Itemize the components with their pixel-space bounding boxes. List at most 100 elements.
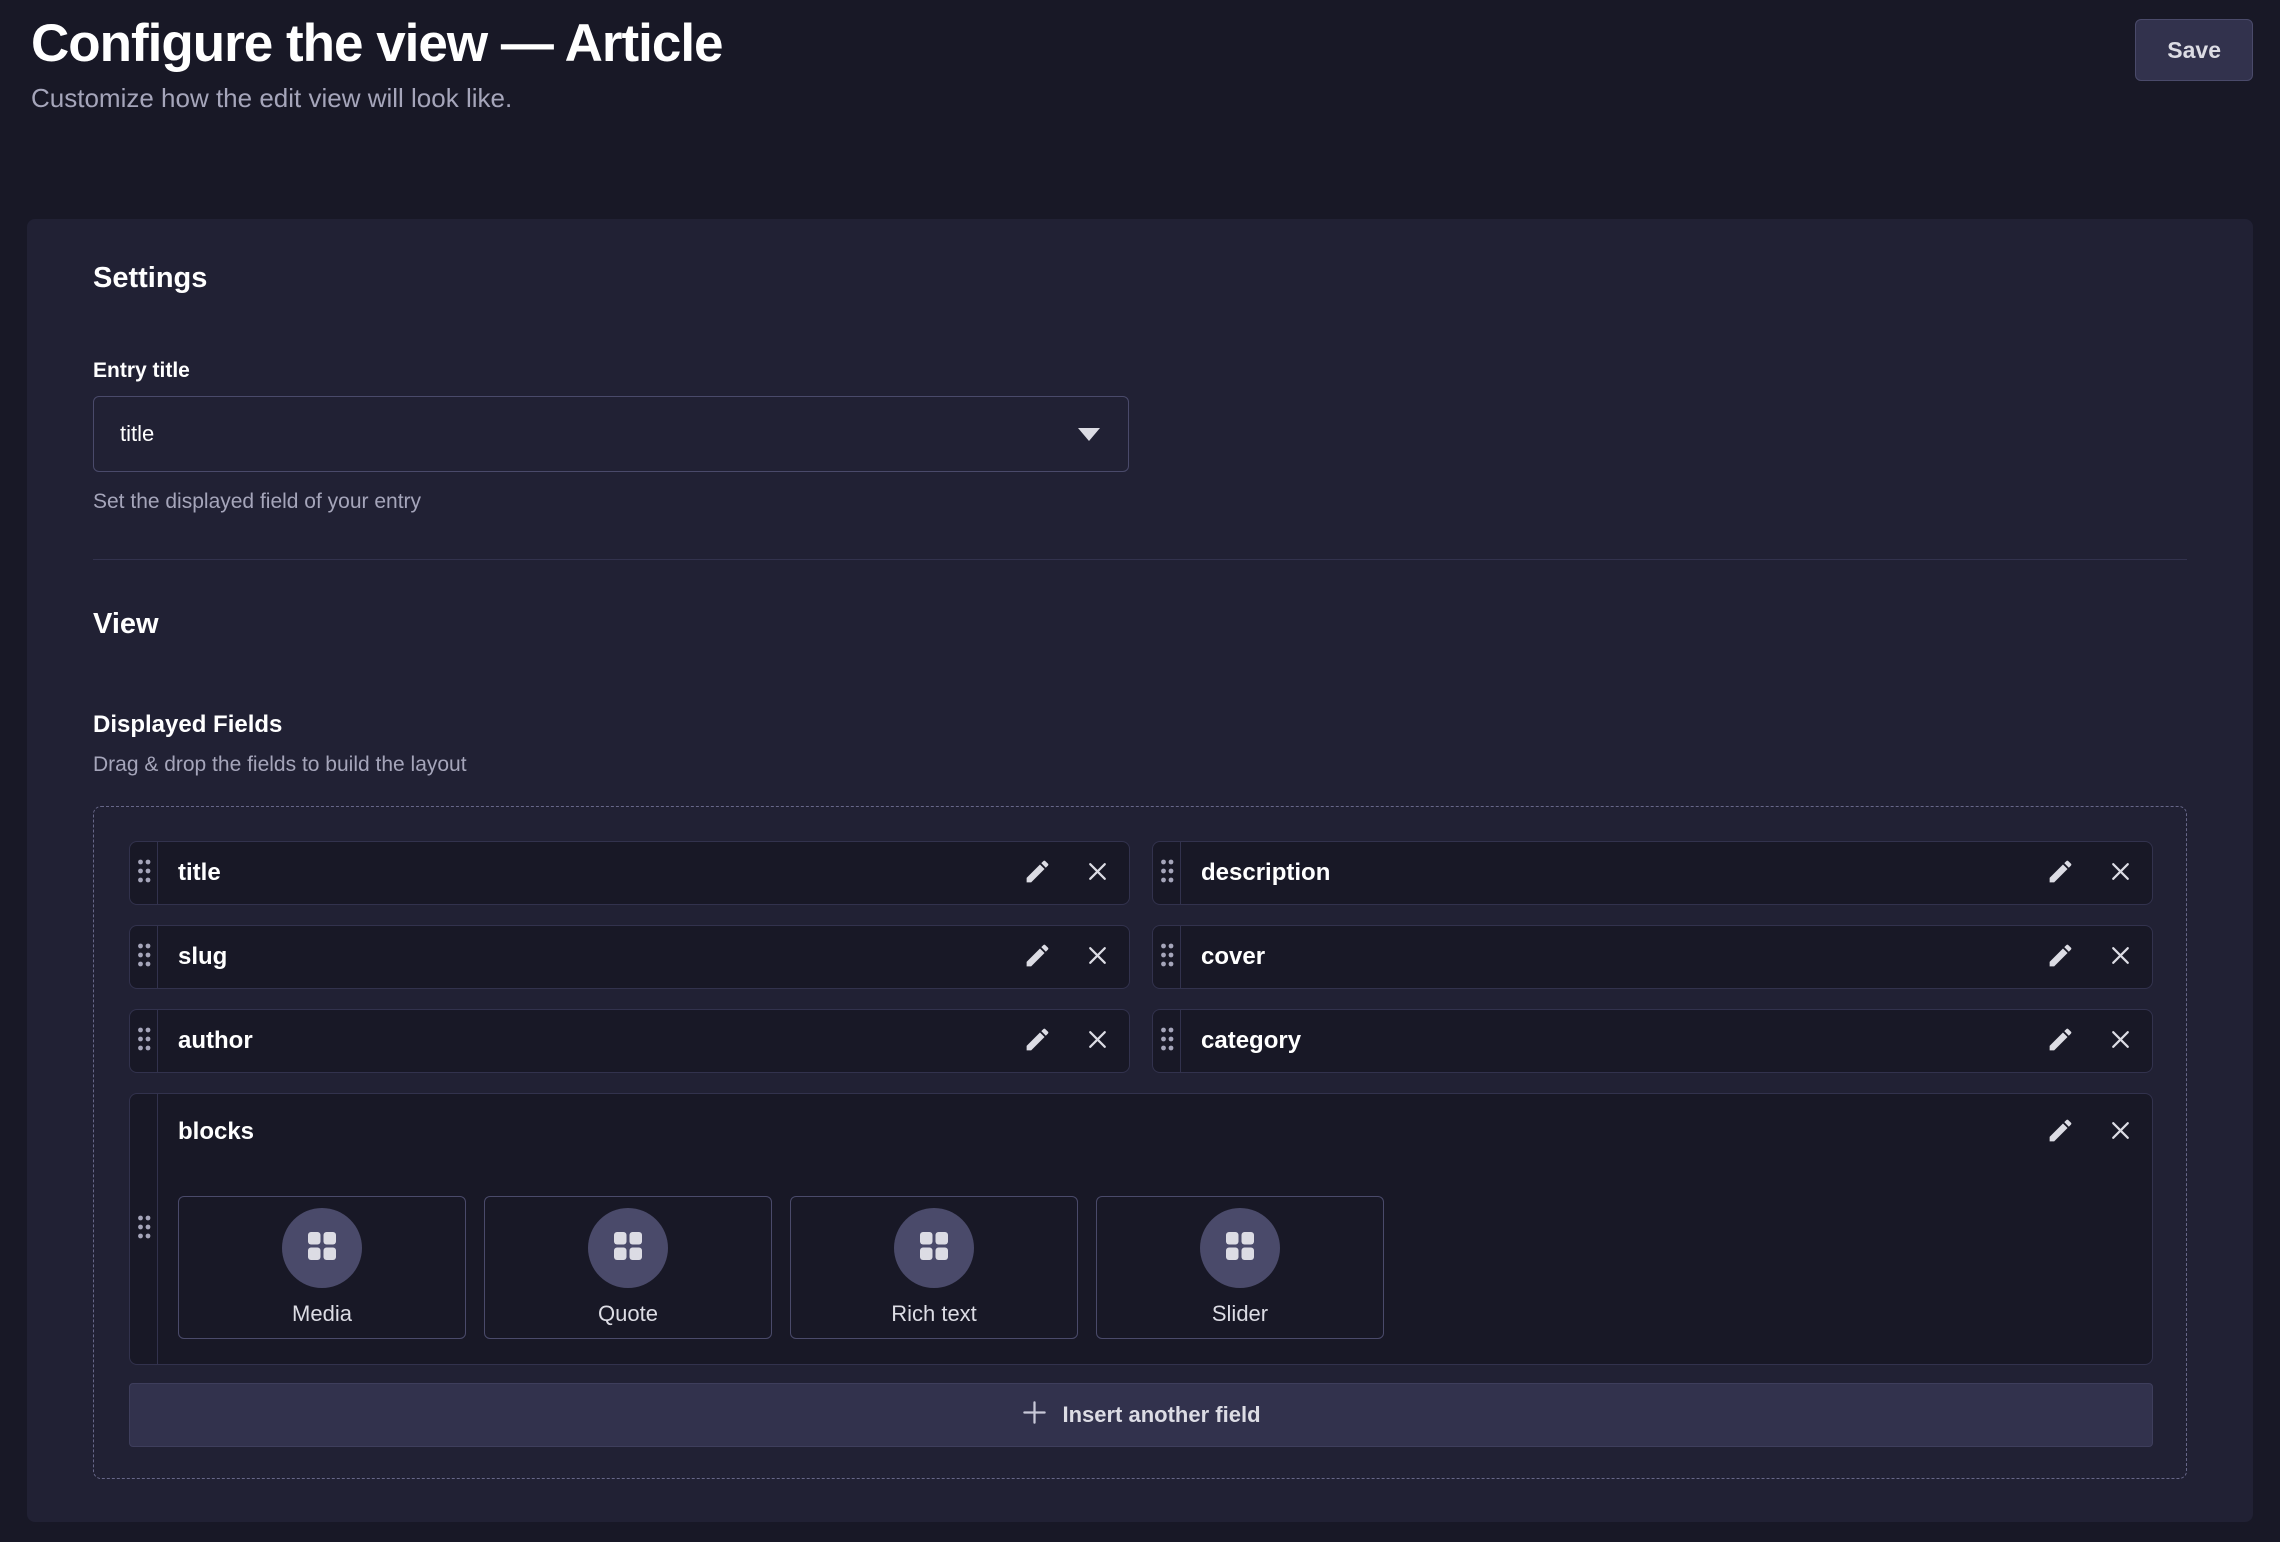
edit-field-button[interactable] xyxy=(1023,1025,1052,1057)
insert-another-field-label: Insert another field xyxy=(1062,1402,1260,1428)
field-row-actions xyxy=(1023,926,1129,988)
drag-dots-icon xyxy=(136,1026,152,1057)
component-label: Rich text xyxy=(891,1301,977,1327)
field-row-actions xyxy=(2046,842,2152,904)
page-title: Configure the view — Article xyxy=(31,14,723,75)
remove-field-button[interactable] xyxy=(1085,1027,1110,1055)
field-row-actions xyxy=(1023,842,1129,904)
blocks-header: blocks xyxy=(178,1110,2133,1154)
drag-handle[interactable] xyxy=(1153,1010,1181,1072)
component-card-rich-text[interactable]: Rich text xyxy=(790,1196,1078,1339)
section-divider xyxy=(93,559,2187,560)
remove-field-button[interactable] xyxy=(2108,1027,2133,1055)
field-row-actions xyxy=(2046,1010,2152,1072)
plus-icon xyxy=(1021,1399,1048,1432)
pencil-icon xyxy=(2046,1025,2075,1057)
page-subtitle: Customize how the edit view will look li… xyxy=(31,83,723,114)
field-row-label: cover xyxy=(1181,926,2046,988)
pencil-icon xyxy=(1023,857,1052,889)
view-heading: View xyxy=(93,608,2187,641)
pencil-icon xyxy=(2046,1116,2075,1148)
insert-another-field-button[interactable]: Insert another field xyxy=(129,1383,2153,1447)
close-icon xyxy=(2108,1027,2133,1055)
field-row-label: slug xyxy=(158,926,1023,988)
field-row-blocks[interactable]: blocks Media xyxy=(129,1093,2153,1365)
drag-dots-icon xyxy=(1159,1026,1175,1057)
close-icon xyxy=(1085,943,1110,971)
save-button[interactable]: Save xyxy=(2135,19,2253,81)
drag-dots-icon xyxy=(1159,942,1175,973)
pencil-icon xyxy=(1023,941,1052,973)
component-cards: Media Quote Rich text Slider xyxy=(178,1196,2133,1339)
component-card-quote[interactable]: Quote xyxy=(484,1196,772,1339)
close-icon xyxy=(1085,1027,1110,1055)
remove-field-button[interactable] xyxy=(2108,859,2133,887)
edit-field-button[interactable] xyxy=(2046,1025,2075,1057)
pencil-icon xyxy=(2046,941,2075,973)
pencil-icon xyxy=(1023,1025,1052,1057)
field-row-category[interactable]: category xyxy=(1152,1009,2153,1073)
field-row-label: author xyxy=(158,1010,1023,1072)
drag-handle[interactable] xyxy=(1153,842,1181,904)
blocks-field-label: blocks xyxy=(178,1118,254,1146)
pencil-icon xyxy=(2046,857,2075,889)
edit-field-button[interactable] xyxy=(2046,857,2075,889)
field-row-description[interactable]: description xyxy=(1152,841,2153,905)
field-row-title[interactable]: title xyxy=(129,841,1130,905)
close-icon xyxy=(2108,859,2133,887)
drag-dots-icon xyxy=(136,858,152,889)
drag-handle[interactable] xyxy=(130,1094,158,1364)
field-row-cover[interactable]: cover xyxy=(1152,925,2153,989)
blocks-content: blocks Media xyxy=(158,1094,2152,1364)
component-icon-circle xyxy=(588,1208,668,1288)
drag-handle[interactable] xyxy=(130,926,158,988)
component-grid-icon xyxy=(612,1230,644,1267)
component-grid-icon xyxy=(918,1230,950,1267)
chevron-down-icon xyxy=(1078,428,1100,441)
drag-dots-icon xyxy=(1159,858,1175,889)
remove-field-button[interactable] xyxy=(2108,1118,2133,1146)
component-card-slider[interactable]: Slider xyxy=(1096,1196,1384,1339)
displayed-fields-hint: Drag & drop the fields to build the layo… xyxy=(93,753,2187,777)
settings-heading: Settings xyxy=(93,219,2187,295)
edit-field-button[interactable] xyxy=(2046,1116,2075,1148)
edit-field-button[interactable] xyxy=(1023,857,1052,889)
remove-field-button[interactable] xyxy=(2108,943,2133,971)
page-header: Configure the view — Article Customize h… xyxy=(0,0,2280,114)
component-icon-circle xyxy=(1200,1208,1280,1288)
content-card: Settings Entry title title Set the displ… xyxy=(27,219,2253,1522)
displayed-fields-label: Displayed Fields xyxy=(93,711,2187,739)
page-header-text: Configure the view — Article Customize h… xyxy=(31,14,723,114)
drag-handle[interactable] xyxy=(130,1010,158,1072)
drag-handle[interactable] xyxy=(1153,926,1181,988)
fields-grid: title description slug xyxy=(129,841,2153,1073)
entry-title-select[interactable]: title xyxy=(93,396,1129,472)
edit-field-button[interactable] xyxy=(2046,941,2075,973)
field-row-author[interactable]: author xyxy=(129,1009,1130,1073)
remove-field-button[interactable] xyxy=(1085,943,1110,971)
field-row-label: category xyxy=(1181,1010,2046,1072)
component-label: Slider xyxy=(1212,1301,1268,1327)
component-label: Media xyxy=(292,1301,352,1327)
component-icon-circle xyxy=(894,1208,974,1288)
field-row-label: description xyxy=(1181,842,2046,904)
entry-title-selected-value: title xyxy=(120,421,154,447)
remove-field-button[interactable] xyxy=(1085,859,1110,887)
close-icon xyxy=(1085,859,1110,887)
field-row-slug[interactable]: slug xyxy=(129,925,1130,989)
component-card-media[interactable]: Media xyxy=(178,1196,466,1339)
field-row-actions xyxy=(1023,1010,1129,1072)
drag-dots-icon xyxy=(136,1214,152,1245)
close-icon xyxy=(2108,943,2133,971)
drag-dots-icon xyxy=(136,942,152,973)
edit-field-button[interactable] xyxy=(1023,941,1052,973)
component-label: Quote xyxy=(598,1301,658,1327)
field-row-actions xyxy=(2046,926,2152,988)
blocks-actions xyxy=(2046,1116,2133,1148)
drag-handle[interactable] xyxy=(130,842,158,904)
component-icon-circle xyxy=(282,1208,362,1288)
close-icon xyxy=(2108,1118,2133,1146)
component-grid-icon xyxy=(1224,1230,1256,1267)
component-grid-icon xyxy=(306,1230,338,1267)
entry-title-hint: Set the displayed field of your entry xyxy=(93,490,2187,514)
